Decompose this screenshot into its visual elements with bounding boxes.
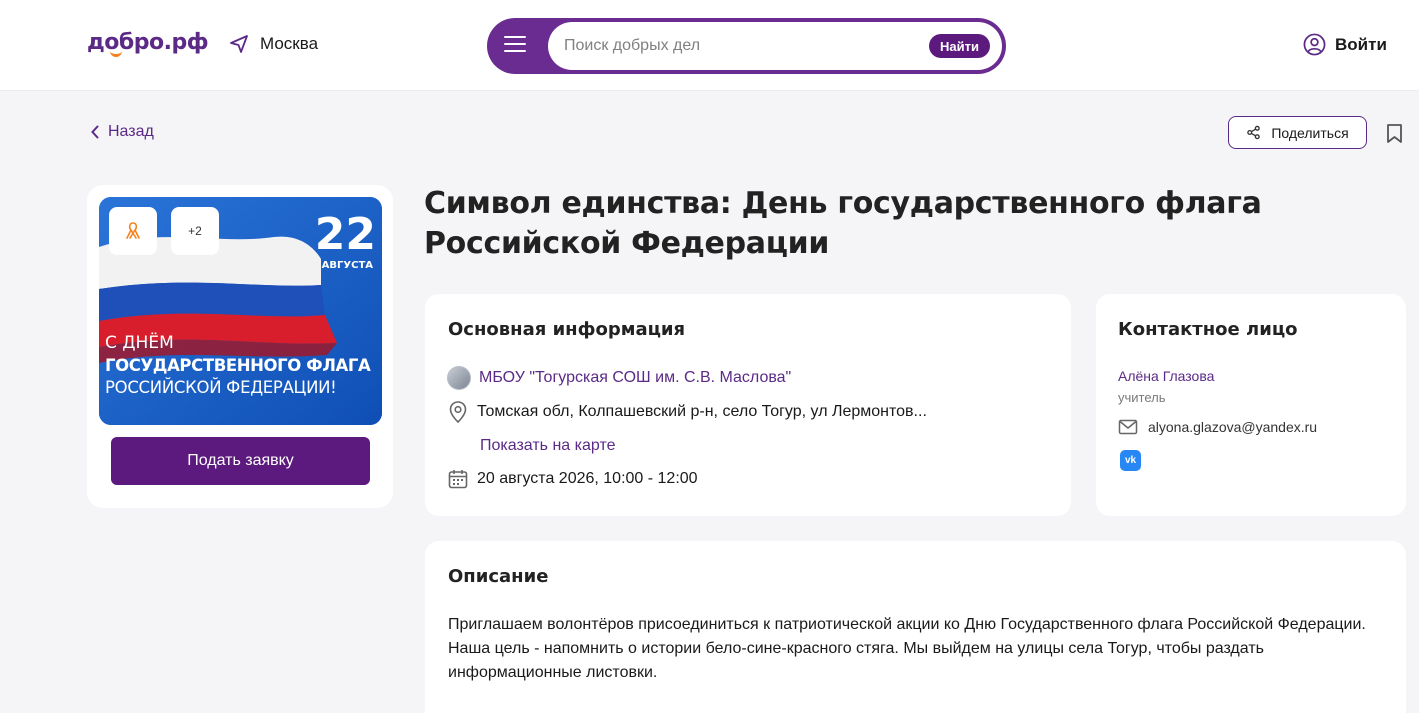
user-icon — [1303, 33, 1326, 56]
image-line-2: ГОСУДАРСТВЕННОГО ФЛАГА — [105, 356, 371, 375]
back-link[interactable]: Назад — [90, 123, 154, 141]
show-on-map-link[interactable]: Показать на карте — [480, 437, 615, 455]
address-text: Томская обл, Колпашевский р-н, село Тогу… — [477, 403, 927, 420]
description-text: Приглашаем волонтёров присоединиться к п… — [448, 616, 1366, 681]
contact-email-text: alyona.glazova@yandex.ru — [1148, 419, 1318, 435]
menu-icon[interactable] — [504, 36, 526, 54]
datetime-text: 20 августа 2026, 10:00 - 12:00 — [477, 470, 698, 487]
contact-heading: Контактное лицо — [1118, 319, 1298, 340]
share-button[interactable]: Поделиться — [1228, 116, 1367, 149]
back-label: Назад — [108, 123, 154, 140]
category-chip[interactable] — [109, 207, 157, 255]
organization-avatar — [447, 366, 471, 390]
main-info-heading: Основная информация — [448, 319, 686, 340]
logo[interactable]: добро.рф — [87, 30, 209, 55]
contact-card: Контактное лицо Алёна Глазова учитель al… — [1096, 294, 1406, 516]
contact-name[interactable]: Алёна Глазова — [1118, 368, 1214, 384]
logo-smile-mark — [110, 51, 122, 57]
address-row: Томская обл, Колпашевский р-н, село Тогу… — [447, 400, 927, 424]
share-label: Поделиться — [1271, 124, 1349, 141]
main-info-card: Основная информация МБОУ "Тогурская СОШ … — [425, 294, 1071, 516]
city-selector[interactable]: Москва — [228, 33, 318, 55]
contact-email[interactable]: alyona.glazova@yandex.ru — [1118, 419, 1317, 435]
event-media-card: 22 АВГУСТА С ДНЁМ ГОСУДАРСТВЕННОГО ФЛАГА… — [87, 185, 393, 508]
search-bar: Найти — [487, 18, 1006, 74]
location-arrow-icon — [230, 35, 248, 53]
calendar-icon — [448, 470, 468, 489]
pin-icon — [449, 401, 467, 424]
organization-link[interactable]: МБОУ "Тогурская СОШ им. С.В. Маслова" — [479, 369, 791, 387]
image-line-3: РОССИЙСКОЙ ФЕДЕРАЦИИ! — [105, 378, 337, 397]
description-heading: Описание — [448, 566, 549, 587]
datetime-row: 20 августа 2026, 10:00 - 12:00 — [447, 468, 698, 490]
login-button[interactable]: Войти — [1303, 33, 1387, 56]
organization-row: МБОУ "Тогурская СОШ им. С.В. Маслова" — [447, 366, 791, 390]
page-title: Символ единства: День государственного ф… — [424, 186, 1262, 261]
mail-icon — [1118, 419, 1138, 435]
image-month: АВГУСТА — [321, 260, 373, 271]
chevron-left-icon — [91, 125, 99, 139]
ribbon-icon — [126, 222, 140, 239]
event-image: 22 АВГУСТА С ДНЁМ ГОСУДАРСТВЕННОГО ФЛАГА… — [99, 197, 382, 425]
city-label: Москва — [260, 34, 319, 53]
header: добро.рф Москва Найти Войти — [0, 0, 1419, 91]
more-categories-chip[interactable]: +2 — [171, 207, 219, 255]
login-label: Войти — [1335, 34, 1387, 54]
share-icon — [1247, 125, 1261, 140]
contact-role: учитель — [1118, 390, 1166, 405]
vk-icon[interactable]: vk — [1120, 450, 1141, 471]
image-line-1: С ДНЁМ — [105, 333, 174, 353]
image-day: 22 — [314, 209, 376, 260]
description-card: Описание Приглашаем волонтёров присоедин… — [425, 541, 1406, 713]
apply-button[interactable]: Подать заявку — [111, 437, 370, 485]
search-button[interactable]: Найти — [929, 34, 990, 58]
bookmark-icon[interactable] — [1386, 123, 1403, 149]
